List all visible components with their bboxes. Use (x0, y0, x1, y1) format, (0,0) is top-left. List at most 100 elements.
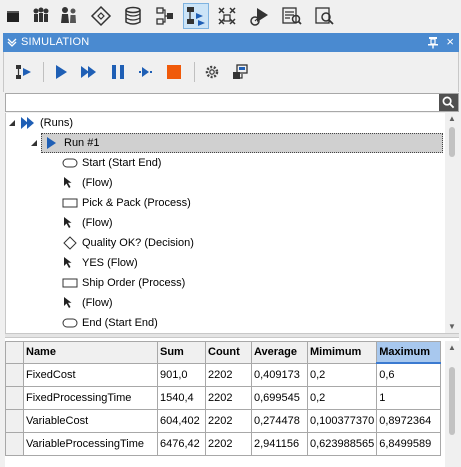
console-icon[interactable] (2, 3, 28, 29)
table-scrollbar[interactable]: ▲ (445, 341, 459, 467)
statistics-table: Name Sum Count Average Mimimum Maximum FixedC… (5, 341, 442, 456)
tree-item-label: End (Start End) (82, 317, 158, 329)
play-icon[interactable] (51, 62, 71, 82)
analysis-icon[interactable] (279, 3, 305, 29)
tree-item[interactable]: Pick & Pack (Process) (62, 193, 191, 213)
row-header[interactable] (5, 386, 24, 410)
table-cell[interactable]: 0,8972364 (376, 409, 442, 433)
table-cell[interactable]: 901,0 (157, 362, 206, 387)
table-cell[interactable]: VariableProcessingTime (23, 432, 158, 456)
tree-item[interactable]: (Flow) (62, 293, 113, 313)
table-cell[interactable]: 0,409173 (251, 362, 308, 387)
table-row[interactable]: FixedProcessingTime 1540,4 2202 0,699545 0,2… (5, 386, 442, 410)
run-report-icon[interactable] (247, 3, 273, 29)
run-icon (44, 136, 60, 150)
row-header-corner[interactable] (5, 341, 24, 364)
column-header[interactable]: Average (251, 341, 308, 364)
tree-root-label: (Runs) (40, 117, 74, 129)
flow-icon (62, 256, 78, 270)
fast-forward-icon[interactable] (79, 62, 99, 82)
tree-item-label: (Flow) (82, 177, 113, 189)
table-cell[interactable]: 1 (376, 386, 442, 410)
tree-item[interactable]: YES (Flow) (62, 253, 138, 273)
table-cell[interactable]: 604,402 (157, 409, 206, 433)
column-header[interactable]: Sum (157, 341, 206, 364)
start-end-icon (62, 316, 78, 330)
table-cell[interactable]: 0,2 (306, 386, 378, 410)
row-header[interactable] (5, 409, 24, 433)
row-header[interactable] (5, 432, 24, 456)
tree-item[interactable]: Ship Order (Process) (62, 273, 185, 293)
panel-title: SIMULATION (21, 36, 90, 48)
people-icon[interactable] (56, 3, 82, 29)
organization-icon[interactable] (28, 3, 54, 29)
tree-item[interactable]: (Flow) (62, 173, 113, 193)
simulation-icon[interactable] (183, 3, 209, 29)
table-cell[interactable]: 0,274478 (251, 409, 308, 433)
statistics-grid: Name Sum Count Average Mimimum Maximum FixedC… (5, 338, 459, 467)
table-cell[interactable]: 0,699545 (251, 386, 308, 410)
search-input[interactable] (6, 94, 436, 111)
tree-item-label: YES (Flow) (82, 257, 138, 269)
tree-item-label: Run #1 (64, 137, 100, 149)
stop-icon[interactable] (164, 62, 184, 82)
table-cell[interactable]: 0,623988565 (306, 432, 378, 456)
table-cell[interactable]: 0,6 (376, 362, 442, 387)
expander-expanded-icon[interactable] (8, 119, 16, 127)
table-cell[interactable]: 2202 (205, 409, 252, 433)
column-header[interactable]: Maximum (376, 341, 442, 364)
database-icon[interactable] (120, 3, 146, 29)
column-header[interactable]: Mimimum (306, 341, 378, 364)
tree-item-label: Pick & Pack (Process) (82, 197, 191, 209)
table-cell[interactable]: 2202 (205, 386, 252, 410)
pin-icon[interactable] (427, 36, 439, 49)
search-bar (5, 93, 459, 112)
step-icon[interactable] (136, 62, 156, 82)
table-cell[interactable]: 6476,42 (157, 432, 206, 456)
tree-item[interactable]: (Flow) (62, 213, 113, 233)
simulation-toolbar (3, 52, 459, 92)
flow-icon (62, 296, 78, 310)
table-cell[interactable]: 2202 (205, 432, 252, 456)
table-row[interactable]: VariableProcessingTime 6476,42 2202 2,94115… (5, 432, 442, 456)
table-cell[interactable]: 6,8499589 (376, 432, 442, 456)
simulation-panel-header: SIMULATION × (3, 33, 459, 52)
search-report-icon[interactable] (312, 3, 338, 29)
table-cell[interactable]: 2,941156 (251, 432, 308, 456)
tree-root-runs[interactable]: (Runs) (8, 113, 73, 133)
expander-expanded-icon[interactable] (30, 139, 38, 147)
tree-item-label: Quality OK? (Decision) (82, 237, 194, 249)
tree-item-run-1[interactable]: Run #1 (41, 133, 443, 153)
table-cell[interactable]: VariableCost (23, 409, 158, 433)
decision-diamond-icon[interactable] (88, 3, 114, 29)
flow-icon (62, 176, 78, 190)
tree-item[interactable]: Start (Start End) (62, 153, 161, 173)
simulate-icon[interactable] (14, 62, 34, 82)
column-header[interactable]: Count (205, 341, 252, 364)
table-row[interactable]: FixedCost 901,0 2202 0,409173 0,2 0,6 (5, 362, 442, 387)
process-icon (62, 196, 78, 210)
tree-item[interactable]: Quality OK? (Decision) (62, 233, 194, 253)
collapse-chevron-icon[interactable] (7, 37, 17, 47)
close-icon[interactable]: × (446, 34, 454, 50)
pause-icon[interactable] (108, 62, 128, 82)
column-header[interactable]: Name (23, 341, 158, 364)
main-toolbar (0, 0, 461, 33)
table-row[interactable]: VariableCost 604,402 2202 0,274478 0,1003773… (5, 409, 442, 433)
matrix-icon[interactable] (214, 3, 240, 29)
process-map-icon[interactable] (152, 3, 178, 29)
settings-icon[interactable] (202, 62, 222, 82)
table-cell[interactable]: FixedProcessingTime (23, 386, 158, 410)
tree-item-label: (Flow) (82, 217, 113, 229)
tree-item-label: (Flow) (82, 297, 113, 309)
export-icon[interactable] (230, 62, 250, 82)
table-cell[interactable]: 1540,4 (157, 386, 206, 410)
search-icon[interactable] (439, 94, 458, 111)
table-cell[interactable]: 2202 (205, 362, 252, 387)
table-cell[interactable]: 0,100377370 (306, 409, 378, 433)
table-cell[interactable]: 0,2 (306, 362, 378, 387)
row-header[interactable] (5, 362, 24, 387)
tree-item[interactable]: End (Start End) (62, 313, 158, 333)
tree-scrollbar[interactable]: ▲ ▼ (445, 113, 459, 333)
table-cell[interactable]: FixedCost (23, 362, 158, 387)
